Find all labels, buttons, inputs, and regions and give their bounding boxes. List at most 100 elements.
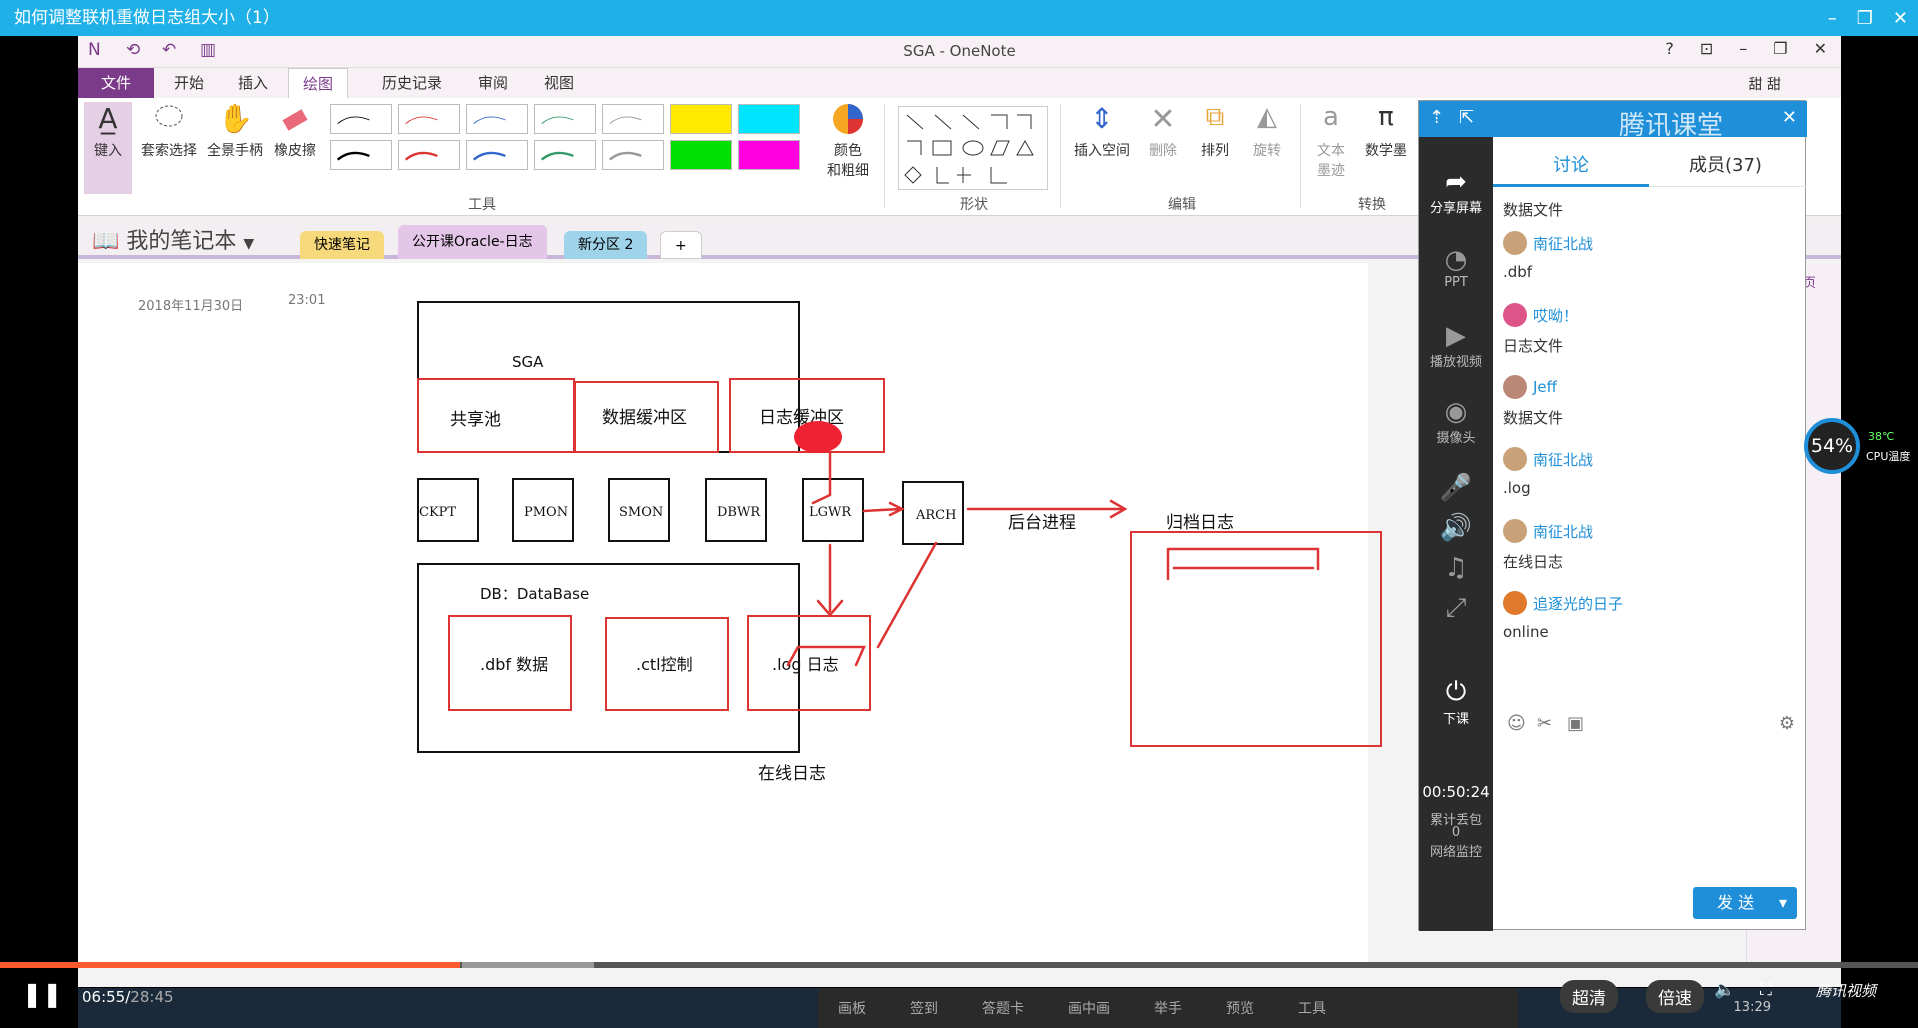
ink-to-text-button[interactable]: a 文本 墨迹 [1308,102,1354,180]
playback-time: 06:55/28:45 [82,988,174,1006]
close-icon[interactable]: ✕ [1893,8,1908,29]
section-tab-quick-notes[interactable]: 快速笔记 [300,231,384,259]
brand-logo: 腾讯视频 [1816,982,1877,1000]
section-tab-oracle-log[interactable]: 公开课Oracle-日志 [398,225,547,259]
tab-view[interactable]: 视图 [530,68,588,98]
delete-icon: ✕ [1150,102,1176,137]
tencent-class-panel: ⇡ ⇱ 腾讯课堂 ✕ ➦ 分享屏幕 ◔ PPT ▶ 播放视频 ◉ 摄像头 🎤 🔊 ♫ ⤢… [1418,100,1807,931]
speaker-icon: 🔊 [1439,513,1473,543]
highlighter-cyan[interactable] [738,104,800,134]
pen-blue-thin[interactable] [466,104,528,134]
restore-icon[interactable]: ❐ [1857,8,1873,29]
tab-home[interactable]: 开始 [160,68,218,98]
onenote-titlebar: N ⟲ ↶ ▥ SGA - OneNote ? ⊡ – ❐ ✕ [78,36,1841,68]
close-icon[interactable]: ✕ [1782,107,1797,128]
toolbar-answer-card[interactable]: 答题卡 [982,998,1024,1018]
pen-blue-thick[interactable] [466,140,528,170]
section-tab-new-2[interactable]: 新分区 2 [564,231,648,259]
chat-toolbar: ☺ ✂ ▣ ⚙ [1493,713,1807,743]
rotate-button[interactable]: ◭ 旋转 [1244,102,1290,160]
highlighter-yellow[interactable] [670,104,732,134]
toolbar-raise-hand[interactable]: 举手 [1154,998,1182,1018]
ppt-button[interactable]: ◔ PPT [1419,245,1493,290]
speed-button[interactable]: 倍速 [1646,980,1704,1013]
ink-to-math-button[interactable]: π 数学墨 [1358,102,1414,160]
mic-button[interactable]: 🎤 [1419,473,1493,503]
shapes-gallery[interactable] [898,106,1048,190]
insert-space-button[interactable]: ⇕ 插入空间 [1070,102,1134,160]
fullscreen-button[interactable]: ⤢ [1419,593,1493,624]
toolbar-preview[interactable]: 预览 [1226,998,1254,1018]
image-icon[interactable]: ▣ [1567,713,1584,734]
popout-icon[interactable]: ⇱ [1459,107,1474,128]
avatar [1503,303,1527,327]
tab-insert[interactable]: 插入 [224,68,282,98]
pen-gray-thin[interactable] [602,104,664,134]
pin-icon[interactable]: ⇡ [1429,107,1444,128]
minimize-icon[interactable]: – [1739,39,1747,58]
arrange-button[interactable]: ⧉ 排列 [1192,102,1238,160]
tab-file[interactable]: 文件 [78,68,154,98]
highlighter-magenta[interactable] [738,140,800,170]
type-button[interactable]: A̲ 键入 [84,102,132,194]
tab-discussion[interactable]: 讨论 [1553,151,1589,177]
avatar [1503,519,1527,543]
color-thickness-button[interactable]: 颜色 和粗细 [818,102,878,180]
music-button[interactable]: ♫ [1419,553,1493,583]
close-icon[interactable]: ✕ [1814,39,1827,58]
pan-button[interactable]: ✋ 全景手柄 [204,102,266,160]
camera-button[interactable]: ◉ 摄像头 [1419,397,1493,446]
scissors-icon[interactable]: ✂ [1537,713,1552,734]
restore-icon[interactable]: ❐ [1773,39,1787,58]
window-title: SGA - OneNote [903,42,1016,60]
emoji-icon[interactable]: ☺ [1507,713,1526,734]
class-timer: 00:50:24 [1422,783,1490,801]
toolbar-tools[interactable]: 工具 [1298,998,1326,1018]
arrange-icon: ⧉ [1205,102,1225,132]
fullscreen-icon[interactable]: ⛶ [1760,980,1772,1000]
eraser-button[interactable]: 橡皮擦 [268,102,322,160]
tc-tabs: 讨论 成员(37) [1493,137,1807,187]
lasso-button[interactable]: 套索选择 [136,102,202,160]
end-class-button[interactable]: ⏻ 下课 [1419,677,1493,727]
pen-red-thick[interactable] [398,140,460,170]
tc-sidebar: ➦ 分享屏幕 ◔ PPT ▶ 播放视频 ◉ 摄像头 🎤 🔊 ♫ ⤢ ⏻ 下课 00:50:… [1419,137,1493,931]
chevron-down-icon[interactable]: ▾ [1779,887,1787,919]
pen-green-thick[interactable] [534,140,596,170]
send-button[interactable]: 发 送 ▾ [1693,887,1797,919]
speaker-button[interactable]: 🔊 [1419,513,1493,543]
toolbar-signin[interactable]: 签到 [910,998,938,1018]
minimize-icon[interactable]: – [1828,8,1837,29]
pen-green-thin[interactable] [534,104,596,134]
pen-black-thin[interactable] [330,104,392,134]
classroom-toolbar: 画板 签到 答题卡 画中画 举手 预览 工具 [818,988,1518,1028]
share-screen-button[interactable]: ➦ 分享屏幕 [1419,167,1493,216]
chat-message: 追逐光的日子 online [1503,591,1623,641]
insert-space-icon: ⇕ [1090,102,1114,135]
chevron-down-icon: ▼ [243,236,255,252]
tab-members[interactable]: 成员(37) [1689,151,1762,177]
settings-icon[interactable]: ⚙ [1779,713,1795,734]
notebook-selector[interactable]: 📖 我的笔记本 ▼ [92,223,254,255]
pen-black-thick[interactable] [330,140,392,170]
avatar [1503,591,1527,615]
toolbar-pip[interactable]: 画中画 [1068,998,1110,1018]
highlighter-green[interactable] [670,140,732,170]
cpu-usage-gauge[interactable]: 54% [1804,418,1860,474]
chat-list[interactable]: 数据文件 南征北战 .dbf 哎呦！ 日志文件 Jeff 数据文件 南征北战 .… [1493,187,1793,787]
quality-button[interactable]: 超清 [1560,980,1618,1013]
page-canvas[interactable]: 2018年11月30日 23:01 SGA 共享池 数据缓冲区 日志缓冲区 CK… [78,263,1382,963]
tab-draw[interactable]: 绘图 [288,68,349,98]
fullpage-icon[interactable]: ⊡ [1700,39,1713,58]
delete-button[interactable]: ✕ 删除 [1140,102,1186,160]
tab-history[interactable]: 历史记录 [368,68,456,98]
volume-icon[interactable]: 🔈 [1714,980,1735,1000]
tab-review[interactable]: 审阅 [464,68,522,98]
add-section-button[interactable]: + [660,231,702,259]
pause-button[interactable]: ❚❚ [22,980,62,1008]
pen-gray-thick[interactable] [602,140,664,170]
play-video-button[interactable]: ▶ 播放视频 [1419,321,1493,370]
pen-red-thin[interactable] [398,104,460,134]
toolbar-board[interactable]: 画板 [838,998,866,1018]
help-icon[interactable]: ? [1665,39,1674,58]
